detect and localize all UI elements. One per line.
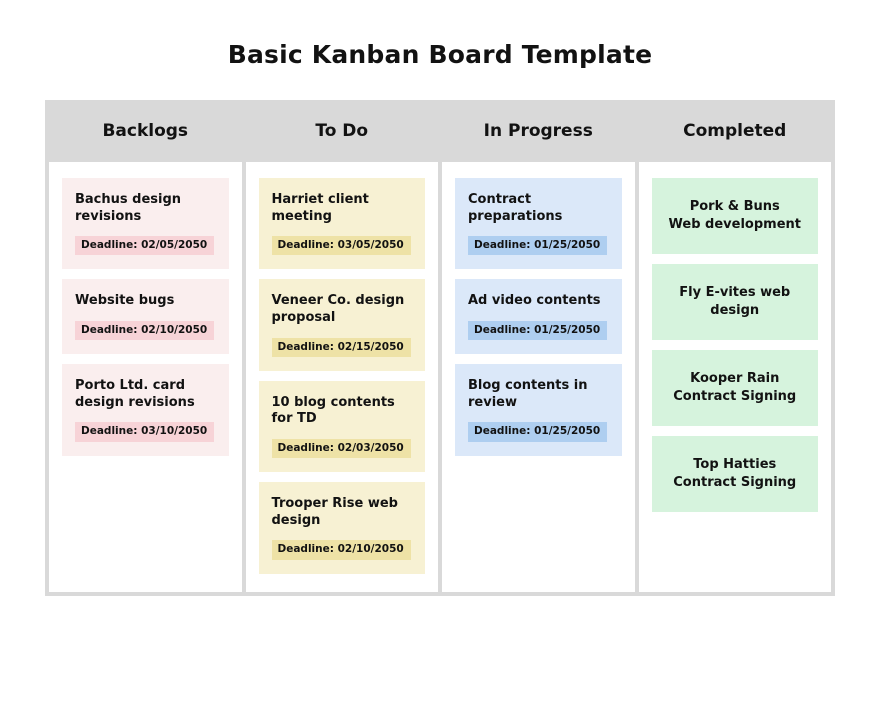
card-deadline-badge: Deadline: 03/10/2050 (75, 422, 215, 442)
column-header-completed[interactable]: Completed (639, 104, 832, 158)
card[interactable]: Porto Ltd. card design revisions Deadlin… (62, 364, 229, 456)
card[interactable]: 10 blog contents for TD Deadline: 02/03/… (258, 380, 425, 473)
column-body-in-progress[interactable]: Contract preparations Deadline: 01/25/20… (442, 162, 635, 592)
card-title: Kooper Rain Contract Signing (673, 371, 797, 404)
card-title: Website bugs (75, 293, 175, 309)
column-header-backlogs[interactable]: Backlogs (49, 104, 242, 158)
card-title: 10 blog contents for TD (271, 394, 395, 427)
card-title: Bachus design revisions (75, 192, 182, 224)
card[interactable]: Kooper Rain Contract Signing (651, 350, 818, 426)
column-header-label: In Progress (483, 121, 593, 141)
card[interactable]: Harriet client meeting Deadline: 03/05/2… (258, 178, 425, 270)
card-deadline-badge: Deadline: 01/25/2050 (468, 422, 608, 442)
board-body-row: Bachus design revisions Deadline: 02/05/… (49, 162, 831, 592)
board-header-row: Backlogs To Do In Progress Completed (49, 104, 831, 158)
column-header-label: To Do (315, 121, 369, 141)
card[interactable]: Veneer Co. design proposal Deadline: 02/… (258, 279, 425, 371)
column-header-in-progress[interactable]: In Progress (442, 104, 635, 158)
card-title: Harriet client meeting (271, 192, 369, 224)
card-title: Trooper Rise web design (271, 496, 398, 528)
card-title: Pork & Buns Web development (668, 199, 801, 232)
card-deadline-badge: Deadline: 01/25/2050 (468, 321, 608, 341)
card-title: Fly E-vites web design (679, 285, 791, 318)
card-deadline-badge: Deadline: 02/15/2050 (271, 337, 411, 357)
card-deadline-badge: Deadline: 01/25/2050 (468, 236, 608, 256)
card[interactable]: Blog contents in review Deadline: 01/25/… (455, 364, 622, 456)
card[interactable]: Pork & Buns Web development (651, 178, 818, 254)
card[interactable]: Contract preparations Deadline: 01/25/20… (455, 178, 622, 270)
column-header-label: Completed (683, 121, 787, 141)
card[interactable]: Fly E-vites web design (651, 264, 818, 340)
card-title: Contract preparations (468, 192, 563, 224)
card[interactable]: Trooper Rise web design Deadline: 02/10/… (258, 482, 425, 574)
card[interactable]: Ad video contents Deadline: 01/25/2050 (455, 279, 622, 355)
column-header-todo[interactable]: To Do (246, 104, 439, 158)
page-title: Basic Kanban Board Template (227, 40, 653, 69)
card-deadline-badge: Deadline: 03/05/2050 (271, 236, 411, 256)
card-deadline-badge: Deadline: 02/05/2050 (75, 236, 215, 256)
column-body-backlogs[interactable]: Bachus design revisions Deadline: 02/05/… (49, 162, 242, 592)
card[interactable]: Website bugs Deadline: 02/10/2050 (62, 279, 229, 355)
card-deadline-badge: Deadline: 02/10/2050 (271, 540, 411, 560)
card-title: Porto Ltd. card design revisions (75, 378, 195, 410)
card-title: Blog contents in review (468, 378, 588, 410)
card[interactable]: Top Hatties Contract Signing (651, 436, 818, 512)
kanban-board: Backlogs To Do In Progress Completed Bac… (45, 100, 835, 596)
column-body-completed[interactable]: Pork & Buns Web development Fly E-vites w… (638, 162, 831, 592)
card-title: Ad video contents (468, 293, 601, 309)
card-deadline-badge: Deadline: 02/03/2050 (271, 439, 411, 459)
column-body-todo[interactable]: Harriet client meeting Deadline: 03/05/2… (245, 162, 438, 592)
card-title: Veneer Co. design proposal (271, 293, 405, 325)
column-header-label: Backlogs (102, 121, 189, 141)
card-title: Top Hatties Contract Signing (673, 457, 797, 490)
card-deadline-badge: Deadline: 02/10/2050 (75, 321, 215, 341)
card[interactable]: Bachus design revisions Deadline: 02/05/… (62, 178, 229, 270)
